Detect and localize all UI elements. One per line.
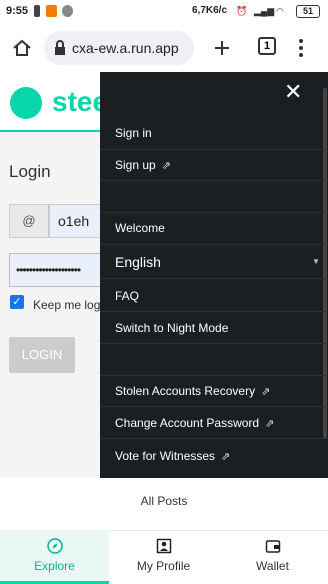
alarm-icon: ⏰ bbox=[236, 6, 248, 16]
external-link-icon: ⇗ bbox=[261, 386, 271, 398]
login-button[interactable]: LOGIN bbox=[9, 337, 75, 373]
menu-divider bbox=[100, 212, 328, 213]
browser-toolbar: cxa-ew.a.run.app 1 bbox=[0, 24, 328, 72]
chevron-down-icon[interactable]: ▼ bbox=[312, 257, 320, 266]
menu-item-stolen-accounts[interactable]: Stolen Accounts Recovery ⇗ bbox=[115, 384, 270, 398]
plus-icon[interactable] bbox=[212, 38, 232, 58]
menu-item-vote-witnesses[interactable]: Vote for Witnesses ⇗ bbox=[115, 449, 230, 463]
logo-icon[interactable] bbox=[10, 87, 42, 119]
external-link-icon: ⇗ bbox=[265, 418, 275, 430]
menu-divider bbox=[100, 278, 328, 279]
menu-item-change-password[interactable]: Change Account Password ⇗ bbox=[115, 416, 274, 430]
close-icon[interactable]: ✕ bbox=[284, 81, 302, 103]
menu-item-label: Switch to Night Mode bbox=[115, 321, 229, 335]
menu-item-night-mode[interactable]: Switch to Night Mode bbox=[115, 321, 228, 335]
external-link-icon: ⇗ bbox=[161, 160, 171, 172]
wallet-icon bbox=[265, 540, 281, 553]
settings-notification-icon bbox=[62, 5, 73, 17]
nav-wallet[interactable]: Wallet bbox=[218, 530, 327, 584]
nav-explore-label: Explore bbox=[34, 559, 75, 573]
nav-profile-label: My Profile bbox=[136, 559, 191, 573]
home-icon[interactable] bbox=[12, 38, 32, 58]
tabs-icon[interactable]: 1 bbox=[258, 37, 276, 55]
status-time: 9:55 bbox=[6, 5, 29, 17]
menu-divider bbox=[100, 149, 328, 150]
menu-divider bbox=[100, 375, 328, 376]
menu-item-label: Stolen Accounts Recovery bbox=[115, 384, 256, 398]
more-icon[interactable] bbox=[296, 38, 306, 58]
language-value: English bbox=[115, 254, 161, 270]
tab-count: 1 bbox=[263, 40, 271, 52]
compass-icon bbox=[47, 538, 63, 554]
signal-icon: ▂▄▆ bbox=[254, 6, 275, 16]
menu-item-label: Sign up bbox=[115, 158, 156, 172]
lock-icon bbox=[55, 40, 65, 55]
menu-divider bbox=[100, 244, 328, 245]
app-notification-icon bbox=[46, 5, 57, 17]
menu-item-label: Welcome bbox=[115, 221, 165, 235]
all-posts-label: All Posts bbox=[140, 494, 188, 508]
notification-icon bbox=[34, 5, 40, 17]
nav-profile[interactable]: My Profile bbox=[109, 530, 218, 584]
menu-divider bbox=[100, 406, 328, 407]
username-prefix: @ bbox=[9, 204, 49, 238]
menu-divider bbox=[100, 438, 328, 439]
menu-item-label: FAQ bbox=[115, 289, 140, 303]
password-input[interactable]: •••••••••••••••••••• bbox=[9, 253, 109, 287]
menu-item-faq[interactable]: FAQ bbox=[115, 289, 139, 303]
menu-item-sign-up[interactable]: Sign up ⇗ bbox=[115, 158, 171, 172]
status-bar: 9:55 6,7K6/c ⏰ ▂▄▆ ◠ 51 bbox=[0, 0, 328, 24]
menu-divider bbox=[100, 311, 328, 312]
profile-icon bbox=[156, 538, 172, 554]
keep-logged-label: Keep me log bbox=[33, 298, 101, 312]
network-speed: 6,7K6/c bbox=[192, 5, 228, 16]
keep-logged-checkbox[interactable]: ✓ bbox=[10, 295, 24, 309]
menu-scrollbar[interactable] bbox=[323, 88, 327, 438]
menu-item-sign-in[interactable]: Sign in bbox=[115, 126, 152, 140]
language-select[interactable]: English bbox=[115, 254, 161, 270]
menu-item-label: Change Account Password bbox=[115, 416, 260, 430]
menu-item-welcome[interactable]: Welcome bbox=[115, 221, 165, 235]
external-link-icon: ⇗ bbox=[221, 451, 231, 463]
menu-divider bbox=[100, 343, 328, 344]
menu-item-label: Sign in bbox=[115, 126, 152, 140]
url-text: cxa-ew.a.run.app bbox=[72, 40, 179, 56]
menu-divider bbox=[100, 180, 328, 181]
battery-indicator: 51 bbox=[296, 5, 320, 18]
nav-wallet-label: Wallet bbox=[256, 559, 289, 573]
nav-explore[interactable]: Explore bbox=[0, 530, 109, 584]
login-title: Login bbox=[9, 162, 51, 181]
wifi-icon: ◠ bbox=[276, 6, 284, 16]
menu-item-label: Vote for Witnesses bbox=[115, 449, 216, 463]
